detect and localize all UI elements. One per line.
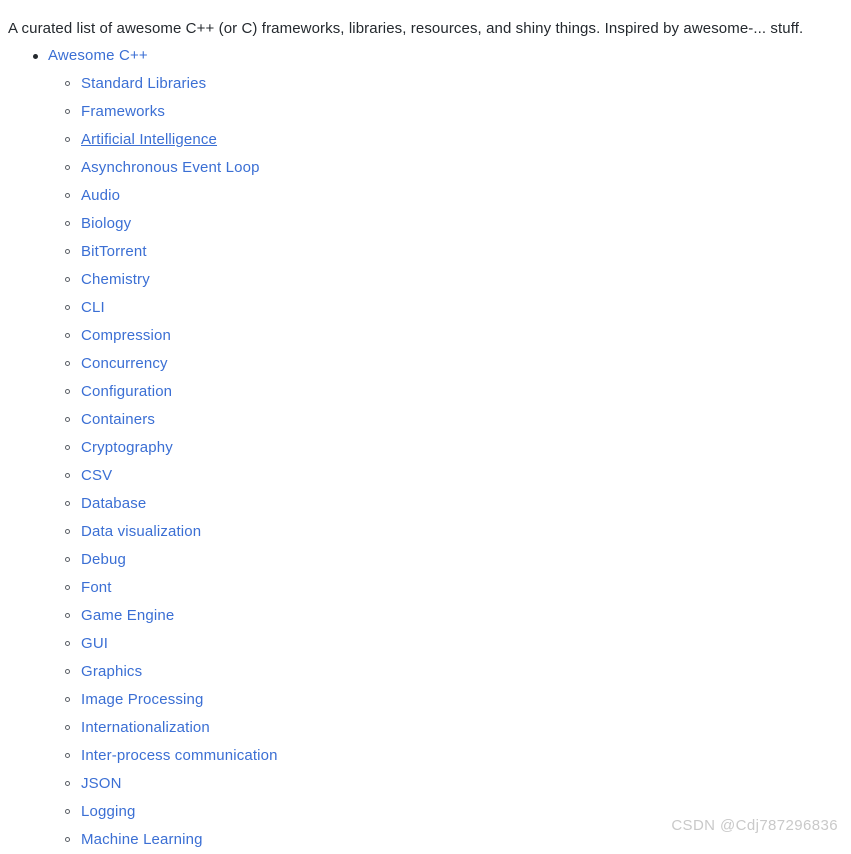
toc-link[interactable]: Data visualization [81,523,201,540]
toc-link[interactable]: Asynchronous Event Loop [81,159,260,176]
circle-bullet-icon [65,445,70,450]
circle-bullet-icon [65,417,70,422]
toc-link-awesome-cpp[interactable]: Awesome C++ [48,47,148,64]
circle-bullet-icon [65,249,70,254]
list-item: Configuration [65,378,278,406]
toc-link[interactable]: Concurrency [81,355,168,372]
circle-bullet-icon [65,221,70,226]
circle-bullet-icon [65,305,70,310]
list-item: Standard Libraries [65,70,278,98]
toc-link[interactable]: Game Engine [81,607,174,624]
list-item: Database [65,490,278,518]
toc-link[interactable]: Graphics [81,663,142,680]
toc-link[interactable]: GUI [81,635,108,652]
circle-bullet-icon [65,389,70,394]
page-root: A curated list of awesome C++ (or C) fra… [0,0,851,848]
toc-link[interactable]: CSV [81,467,112,484]
toc-link[interactable]: Inter-process communication [81,747,278,764]
circle-bullet-icon [65,81,70,86]
list-item: Concurrency [65,350,278,378]
list-item: Machine Learning [65,826,278,854]
circle-bullet-icon [65,557,70,562]
toc-link[interactable]: CLI [81,299,105,316]
list-item: Containers [65,406,278,434]
list-item: Frameworks [65,98,278,126]
list-item: Debug [65,546,278,574]
list-item: Logging [65,798,278,826]
list-item: Biology [65,210,278,238]
circle-bullet-icon [65,753,70,758]
list-item: Internationalization [65,714,278,742]
toc-link[interactable]: Cryptography [81,439,173,456]
toc-link[interactable]: BitTorrent [81,243,147,260]
list-item: Asynchronous Event Loop [65,154,278,182]
list-item: Font [65,574,278,602]
toc-link[interactable]: JSON [81,775,122,792]
toc-link[interactable]: Font [81,579,112,596]
circle-bullet-icon [65,137,70,142]
toc-link[interactable]: Machine Learning [81,831,203,848]
toc-link[interactable]: Internationalization [81,719,210,736]
list-item: Artificial Intelligence [65,126,278,154]
toc-link[interactable]: Biology [81,215,131,232]
circle-bullet-icon [65,333,70,338]
toc-link[interactable]: Logging [81,803,135,820]
list-item: Data visualization [65,518,278,546]
toc-link[interactable]: Containers [81,411,155,428]
circle-bullet-icon [65,781,70,786]
list-item: CLI [65,294,278,322]
circle-bullet-icon [65,641,70,646]
disc-bullet-icon [33,54,38,59]
list-item: Game Engine [65,602,278,630]
circle-bullet-icon [65,809,70,814]
toc-link[interactable]: Audio [81,187,120,204]
list-item: Cryptography [65,434,278,462]
toc-link[interactable]: Frameworks [81,103,165,120]
circle-bullet-icon [65,669,70,674]
list-item: Compression [65,322,278,350]
list-item: BitTorrent [65,238,278,266]
circle-bullet-icon [65,361,70,366]
table-of-contents: Awesome C++ Standard Libraries Frameworks… [0,42,278,848]
intro-paragraph: A curated list of awesome C++ (or C) fra… [8,20,804,37]
circle-bullet-icon [65,837,70,842]
list-item: JSON [65,770,278,798]
toc-link[interactable]: Debug [81,551,126,568]
circle-bullet-icon [65,585,70,590]
csdn-watermark: CSDN @Cdj787296836 [671,817,838,834]
toc-sublist: Standard Libraries Frameworks Artificial I… [48,70,278,854]
circle-bullet-icon [65,501,70,506]
toc-link[interactable]: Compression [81,327,171,344]
toc-root-item: Awesome C++ Standard Libraries Frameworks… [33,42,278,848]
list-item: Inter-process communication [65,742,278,770]
toc-link[interactable]: Database [81,495,146,512]
circle-bullet-icon [65,473,70,478]
circle-bullet-icon [65,165,70,170]
list-item: Image Processing [65,686,278,714]
circle-bullet-icon [65,697,70,702]
circle-bullet-icon [65,109,70,114]
circle-bullet-icon [65,725,70,730]
toc-link[interactable]: Artificial Intelligence [81,131,217,148]
list-item: Audio [65,182,278,210]
circle-bullet-icon [65,277,70,282]
list-item: Chemistry [65,266,278,294]
circle-bullet-icon [65,529,70,534]
toc-link[interactable]: Image Processing [81,691,203,708]
list-item: CSV [65,462,278,490]
toc-link[interactable]: Configuration [81,383,172,400]
toc-link[interactable]: Chemistry [81,271,150,288]
list-item: Graphics [65,658,278,686]
toc-link[interactable]: Standard Libraries [81,75,206,92]
list-item: GUI [65,630,278,658]
circle-bullet-icon [65,193,70,198]
circle-bullet-icon [65,613,70,618]
